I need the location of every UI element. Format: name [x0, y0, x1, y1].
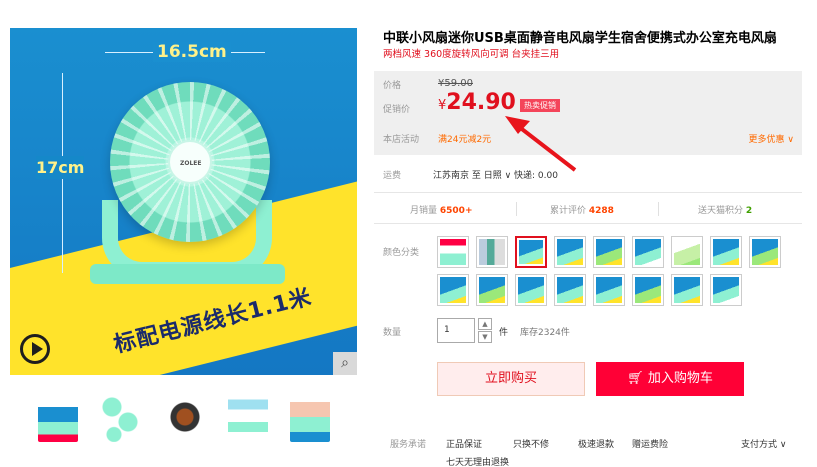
price-panel: 价格 ¥59.00 促销价 ¥24.90 热卖促销 本店活动 满24元减2元 更… — [374, 71, 802, 155]
more-offers-label: 更多优惠 — [748, 135, 785, 145]
thumbnail[interactable] — [228, 392, 268, 442]
color-option[interactable] — [437, 274, 469, 306]
color-option[interactable] — [671, 274, 703, 306]
product-title: 中联小风扇迷你USB桌面静音电风扇学生宿舍便携式办公室充电风扇 — [383, 31, 777, 46]
quantity-unit: 件 — [499, 328, 509, 338]
stat-divider — [516, 202, 517, 216]
product-subtitle: 两档风速 360度旋转风向可调 台夹挂三用 — [383, 49, 560, 60]
thumbnail[interactable] — [165, 392, 205, 442]
monthly-sales-label: 月销量 — [410, 206, 438, 216]
service-item[interactable]: 只换不修 — [513, 437, 549, 450]
shipping-row: 运费 江苏南京 至 日照 ∨ 快递: 0.00 — [383, 168, 558, 181]
color-option[interactable] — [749, 236, 781, 268]
sales-stats: 月销量 6500+ 累计评价 4288 送天猫积分 2 — [374, 193, 802, 223]
chevron-down-icon: ∨ — [784, 135, 794, 145]
color-option[interactable] — [632, 236, 664, 268]
add-to-cart-button[interactable]: 🛒︎ 加入购物车 — [596, 362, 744, 396]
color-option[interactable] — [632, 274, 664, 306]
thumbnail[interactable] — [290, 392, 330, 442]
width-label: 16.5cm — [153, 42, 231, 62]
color-option[interactable] — [554, 274, 586, 306]
color-option[interactable] — [515, 274, 547, 306]
quantity-input[interactable]: 1 — [437, 318, 475, 343]
points-label: 送天猫积分 — [698, 206, 744, 216]
service-label: 服务承诺 — [390, 440, 427, 450]
play-circle-icon[interactable] — [20, 334, 50, 364]
cart-icon: 🛒︎ — [627, 371, 644, 386]
points-value: 2 — [745, 206, 753, 216]
promo-price-value: 24.90 — [446, 90, 516, 115]
magnifier-icon[interactable]: ⌕ — [333, 352, 357, 375]
orig-price-label: 价格 — [383, 81, 402, 91]
reviews-label: 累计评价 — [550, 206, 587, 216]
fan-brand-logo: ZOLEE — [180, 160, 202, 167]
shipping-destination[interactable]: 江苏南京 至 日照 ∨ 快递: 0.00 — [433, 168, 558, 181]
add-to-cart-label: 加入购物车 — [647, 371, 713, 386]
promo-price: ¥24.90 — [438, 90, 516, 115]
color-option[interactable] — [476, 236, 508, 268]
color-option-selected[interactable] — [515, 236, 547, 268]
color-option[interactable] — [593, 274, 625, 306]
thumbnail-strip — [38, 392, 338, 446]
color-option[interactable] — [593, 236, 625, 268]
shop-activity-label: 本店活动 — [383, 135, 420, 145]
stat-divider — [658, 202, 659, 216]
shop-activity[interactable]: 满24元减2元 — [438, 132, 491, 145]
reviews-value: 4288 — [588, 206, 614, 216]
color-option[interactable] — [437, 236, 469, 268]
color-option-label: 颜色分类 — [383, 248, 420, 258]
thumbnail[interactable] — [100, 392, 140, 442]
promo-price-label: 促销价 — [383, 105, 411, 115]
service-item[interactable]: 极速退款 — [578, 437, 614, 450]
main-product-image[interactable]: 16.5cm 17cm ZOLEE 标配电源线长1.1米 — [10, 28, 357, 375]
total-reviews[interactable]: 累计评价 4288 — [550, 203, 614, 216]
width-dimension: 16.5cm — [105, 42, 265, 62]
stock-count: 库存2324件 — [520, 328, 570, 338]
color-option[interactable] — [710, 274, 742, 306]
buy-now-button[interactable]: 立即购买 — [437, 362, 585, 396]
hot-sale-badge: 热卖促销 — [520, 99, 560, 112]
color-option[interactable] — [671, 236, 703, 268]
monthly-sales-value: 6500+ — [439, 206, 473, 216]
service-item[interactable]: 正品保证 — [446, 437, 482, 450]
tmall-points: 送天猫积分 2 — [698, 203, 752, 216]
orig-price: ¥59.00 — [438, 78, 473, 89]
color-option[interactable] — [476, 274, 508, 306]
more-offers-link[interactable]: 更多优惠 ∨ — [749, 132, 794, 145]
service-item[interactable]: 赠运费险 — [632, 437, 668, 450]
quantity-label: 数量 — [383, 328, 402, 338]
thumbnail[interactable] — [38, 392, 78, 442]
chevron-down-icon[interactable]: ▼ — [478, 331, 492, 343]
monthly-sales: 月销量 6500+ — [410, 203, 472, 216]
payment-method-dropdown[interactable]: 支付方式 ∨ — [741, 437, 786, 450]
fan-base — [90, 264, 285, 284]
service-item[interactable]: 七天无理由退换 — [446, 455, 509, 467]
height-label: 17cm — [36, 156, 85, 179]
shipping-label: 运费 — [383, 171, 402, 181]
divider — [374, 223, 802, 224]
color-option[interactable] — [710, 236, 742, 268]
color-option[interactable] — [554, 236, 586, 268]
chevron-up-icon[interactable]: ▲ — [478, 318, 492, 330]
